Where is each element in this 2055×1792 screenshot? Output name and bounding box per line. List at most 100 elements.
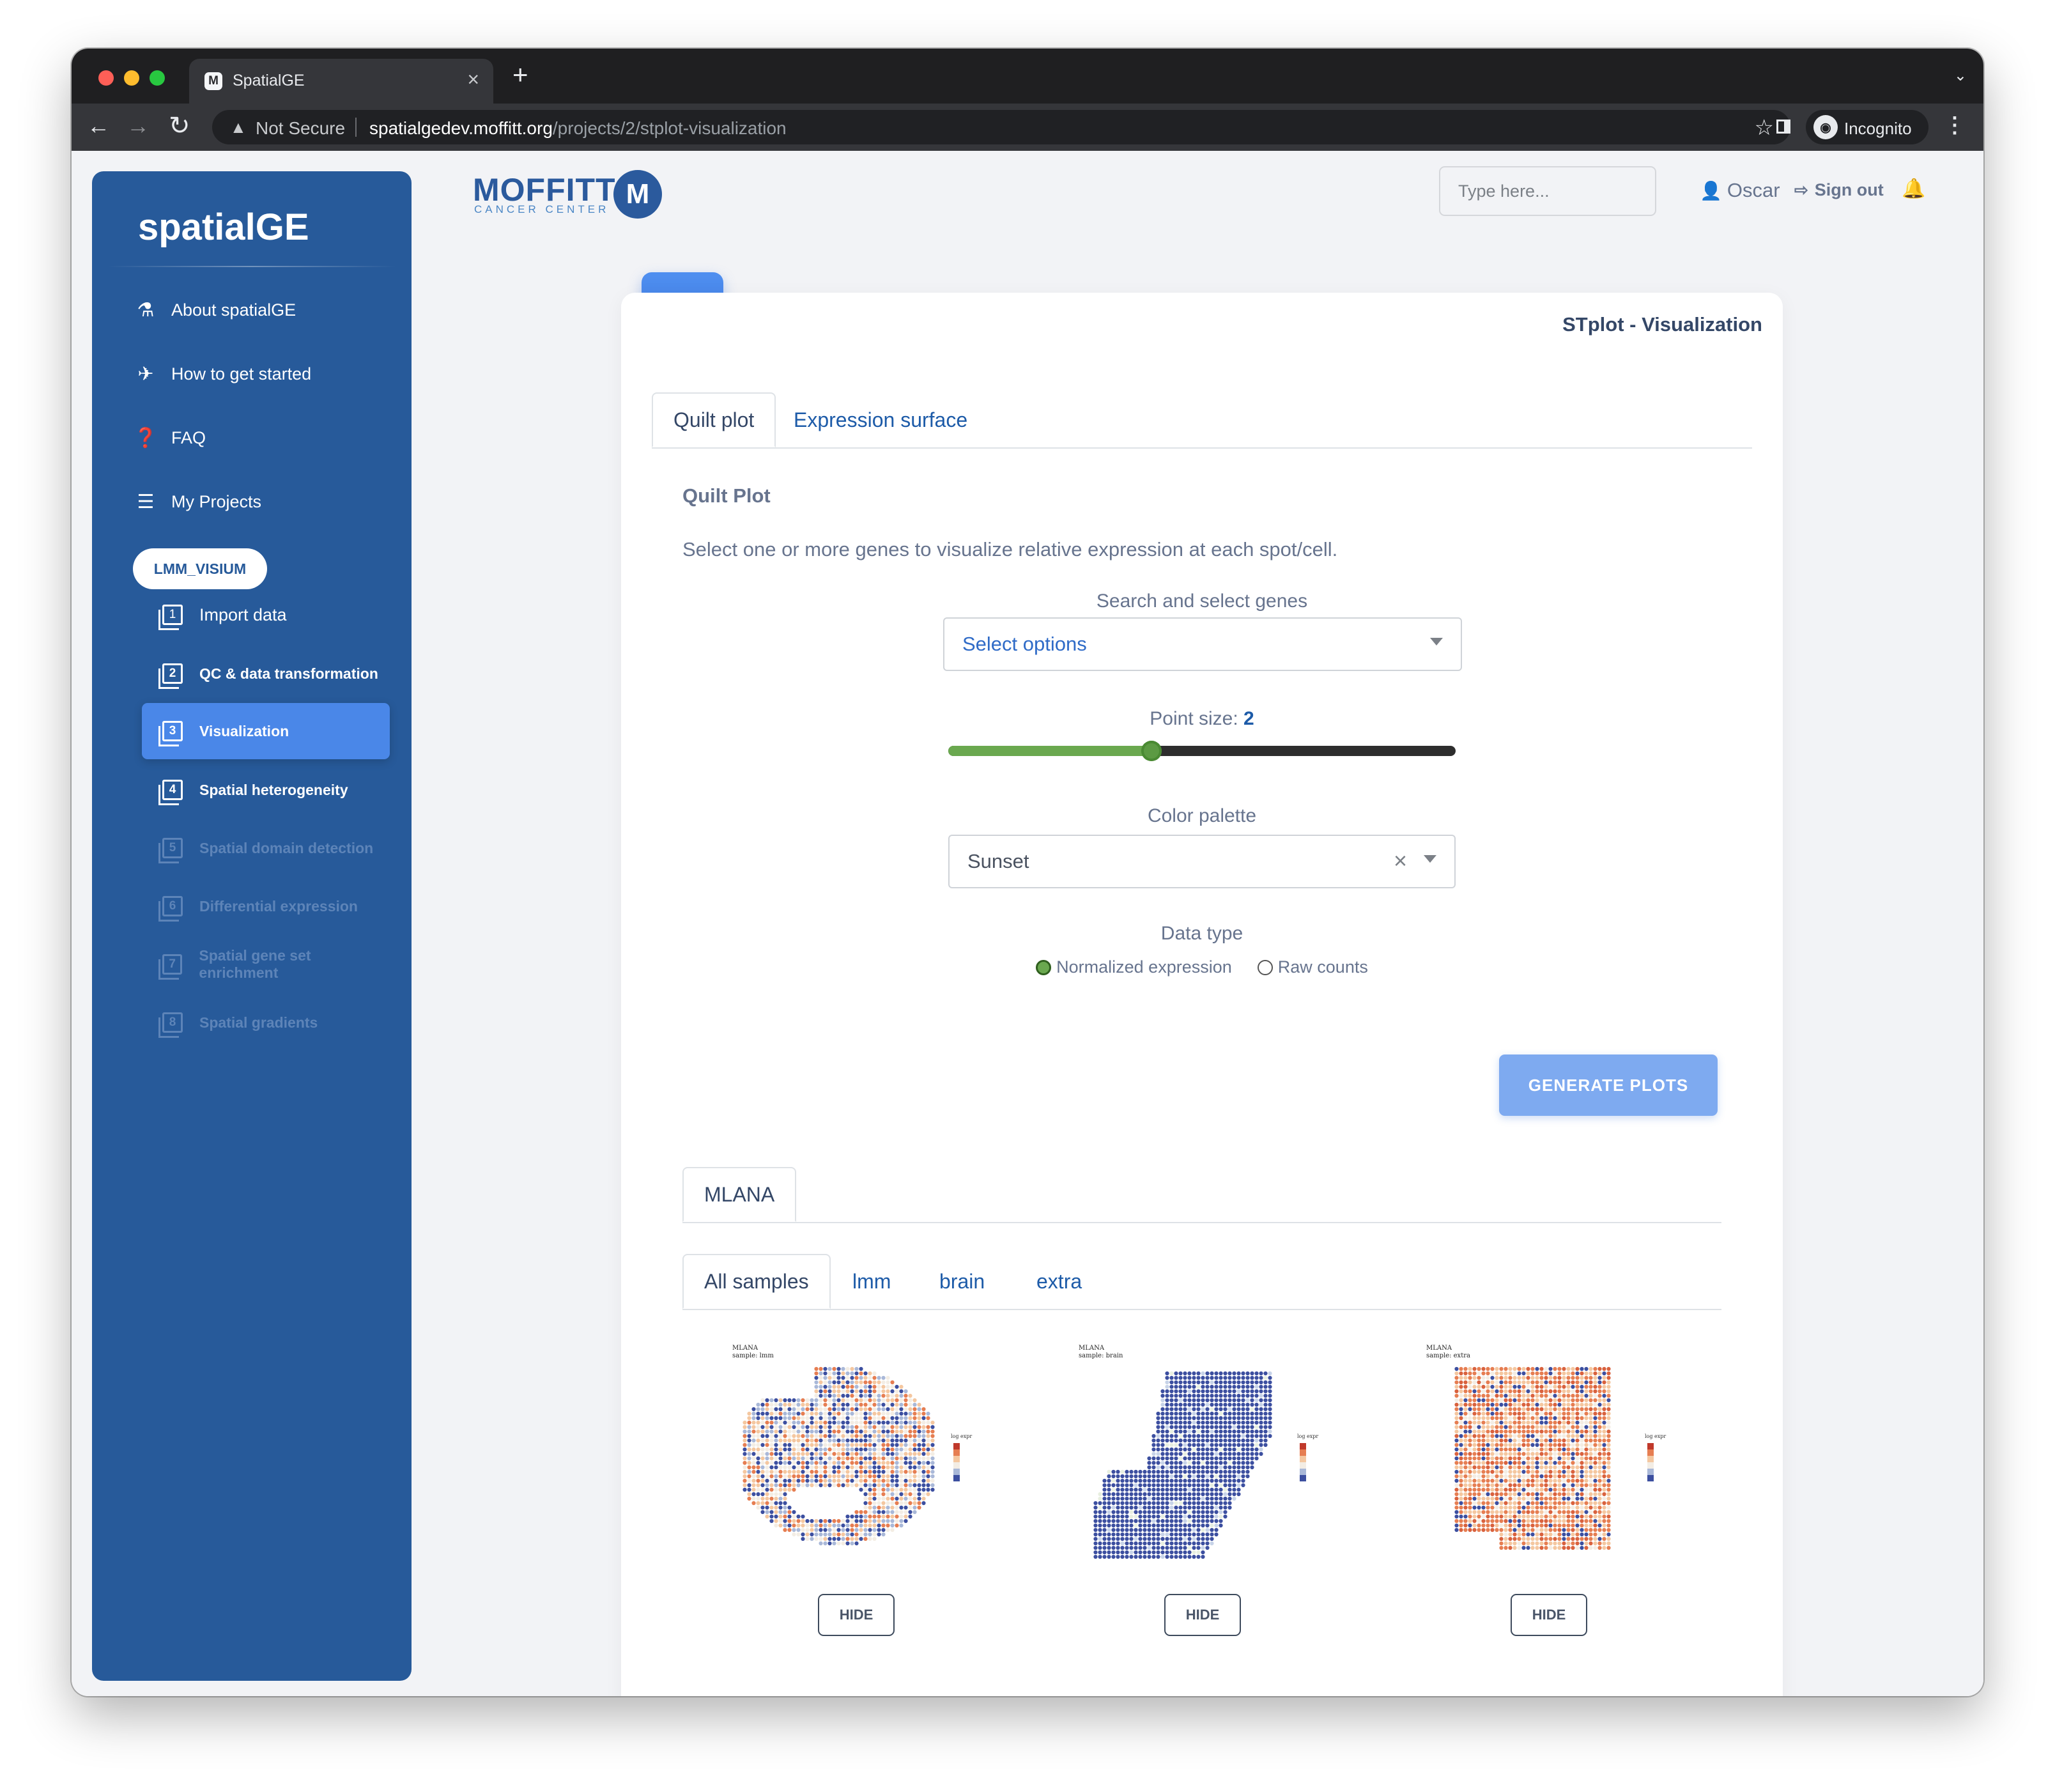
- moffitt-logo[interactable]: MOFFITT CANCER CENTER M: [473, 170, 677, 224]
- radio-label-raw[interactable]: Raw counts: [1278, 957, 1368, 977]
- url-text[interactable]: spatialgedev.moffitt.org/projects/2/stpl…: [369, 118, 787, 139]
- radio-normalized-expression[interactable]: [1036, 959, 1052, 975]
- tab-sample-brain[interactable]: brain: [919, 1254, 1005, 1309]
- plot-spot: [908, 1501, 912, 1506]
- browser-tab[interactable]: M SpatialGE ×: [189, 59, 493, 104]
- plot-spot: [1562, 1478, 1566, 1483]
- plot-spot: [845, 1460, 850, 1465]
- sidebar-item-about[interactable]: ⚗ About spatialGE: [133, 294, 296, 326]
- plot-spot: [1495, 1469, 1499, 1474]
- tab-gene-mlana[interactable]: MLANA: [682, 1167, 797, 1222]
- clear-icon[interactable]: ×: [1394, 847, 1407, 874]
- sidebar-step-qc[interactable]: 2 QC & data transformation: [142, 645, 390, 702]
- side-panel-icon[interactable]: [1776, 120, 1790, 134]
- plot-spot: [841, 1389, 845, 1394]
- generate-plots-button[interactable]: GENERATE PLOTS: [1499, 1054, 1718, 1116]
- warning-icon[interactable]: ▲: [230, 118, 247, 137]
- plot-spot: [908, 1469, 912, 1474]
- plot-spot: [1477, 1496, 1481, 1501]
- browser-menu-icon[interactable]: ⋮: [1944, 112, 1966, 138]
- close-window-button[interactable]: [98, 70, 114, 86]
- search-input[interactable]: [1439, 166, 1656, 216]
- plot-spot: [1147, 1527, 1151, 1533]
- plot-spot: [751, 1420, 756, 1425]
- gene-select[interactable]: Select options: [943, 617, 1462, 671]
- plot-spot: [1553, 1407, 1557, 1412]
- security-label[interactable]: Not Secure: [256, 118, 345, 139]
- hide-plot-button[interactable]: HIDE: [1511, 1594, 1587, 1636]
- plot-spot: [1151, 1496, 1156, 1501]
- radio-label-normalized[interactable]: Normalized expression: [1056, 957, 1232, 977]
- sidebar-item-get-started[interactable]: ✈ How to get started: [133, 358, 311, 390]
- address-toolbar: ← → ↻ ▲ Not Secure spatialgedev.moffitt.…: [72, 104, 1983, 151]
- forward-arrow-icon[interactable]: →: [127, 112, 150, 140]
- plot-spot: [1196, 1420, 1201, 1425]
- close-tab-icon[interactable]: ×: [467, 68, 479, 91]
- url-bar[interactable]: ▲ Not Secure spatialgedev.moffitt.org/pr…: [212, 110, 1790, 144]
- bookmark-star-icon[interactable]: ☆: [1755, 115, 1774, 141]
- sidebar-step-spatial-heterogeneity[interactable]: 4 Spatial heterogeneity: [142, 762, 390, 818]
- plot-spot: [1236, 1393, 1241, 1398]
- plot-spot: [1107, 1536, 1111, 1541]
- hide-plot-button[interactable]: HIDE: [818, 1594, 895, 1636]
- plot-spot: [1228, 1407, 1232, 1412]
- plot-spot: [895, 1505, 899, 1510]
- radio-raw-counts[interactable]: [1257, 959, 1273, 975]
- sidebar-step-visualization[interactable]: 3 Visualization: [142, 703, 390, 759]
- new-tab-icon[interactable]: +: [512, 61, 528, 88]
- plot-spot: [1486, 1416, 1490, 1421]
- plot-spot: [841, 1483, 845, 1488]
- plot-spot: [1174, 1456, 1178, 1461]
- plot-spot: [912, 1465, 917, 1470]
- sidebar-item-label: How to get started: [171, 364, 312, 383]
- plot-spot: [823, 1389, 827, 1394]
- user-menu[interactable]: 👤 Oscar: [1700, 179, 1780, 202]
- plot-spot: [1562, 1393, 1566, 1398]
- hide-plot-button[interactable]: HIDE: [1164, 1594, 1241, 1636]
- plot-spot: [1597, 1492, 1602, 1497]
- tab-sample-extra[interactable]: extra: [1016, 1254, 1102, 1309]
- sign-out-link[interactable]: ⇨ Sign out: [1794, 180, 1884, 200]
- plot-spot: [1580, 1501, 1584, 1506]
- plot-spot: [1566, 1433, 1571, 1439]
- back-arrow-icon[interactable]: ←: [87, 112, 110, 140]
- plot-spot: [912, 1501, 917, 1506]
- plot-spot: [1129, 1492, 1134, 1497]
- minimize-window-button[interactable]: [124, 70, 139, 86]
- bell-icon[interactable]: 🔔: [1902, 178, 1925, 200]
- plot-spot: [1508, 1407, 1512, 1412]
- point-size-slider[interactable]: [948, 741, 1456, 761]
- plot-spot: [1593, 1532, 1597, 1537]
- plot-spot: [908, 1429, 912, 1434]
- tab-quilt-plot[interactable]: Quilt plot: [652, 392, 776, 447]
- incognito-indicator[interactable]: ◉ Incognito: [1806, 110, 1928, 144]
- maximize-window-button[interactable]: [150, 70, 165, 86]
- sidebar-step-import-data[interactable]: 1 Import data: [142, 587, 390, 643]
- plot-spot: [1499, 1380, 1504, 1385]
- plot-spot: [868, 1523, 872, 1528]
- plot-spot: [1129, 1523, 1134, 1528]
- reload-icon[interactable]: ↻: [169, 112, 190, 140]
- plot-spot: [1597, 1510, 1602, 1515]
- tab-search-chevron-icon[interactable]: ⌄: [1954, 66, 1967, 85]
- plot-spot: [774, 1501, 778, 1506]
- plot-spot: [926, 1420, 930, 1425]
- plot-spot: [917, 1487, 921, 1492]
- color-palette-select[interactable]: Sunset ×: [948, 835, 1456, 888]
- plot-spot: [1178, 1384, 1183, 1389]
- sidebar-item-faq[interactable]: ❓ FAQ: [133, 422, 206, 454]
- plot-spot: [890, 1425, 895, 1430]
- plot-spot: [1098, 1492, 1102, 1497]
- plot-spot: [1228, 1389, 1232, 1394]
- sidebar-brand[interactable]: spatialGE: [138, 206, 309, 249]
- tab-sample-lmm[interactable]: lmm: [832, 1254, 911, 1309]
- plot-spot: [1504, 1416, 1508, 1421]
- tab-all-samples[interactable]: All samples: [682, 1254, 831, 1309]
- plot-caption-gene: MLANA: [1079, 1345, 1105, 1352]
- tab-expression-surface[interactable]: Expression surface: [773, 392, 988, 447]
- plot-spot: [886, 1416, 890, 1421]
- slider-handle[interactable]: [1141, 741, 1162, 761]
- sidebar-item-my-projects[interactable]: ☰ My Projects: [133, 486, 261, 518]
- project-pill[interactable]: LMM_VISIUM: [133, 548, 267, 589]
- plot-spot: [1254, 1456, 1259, 1461]
